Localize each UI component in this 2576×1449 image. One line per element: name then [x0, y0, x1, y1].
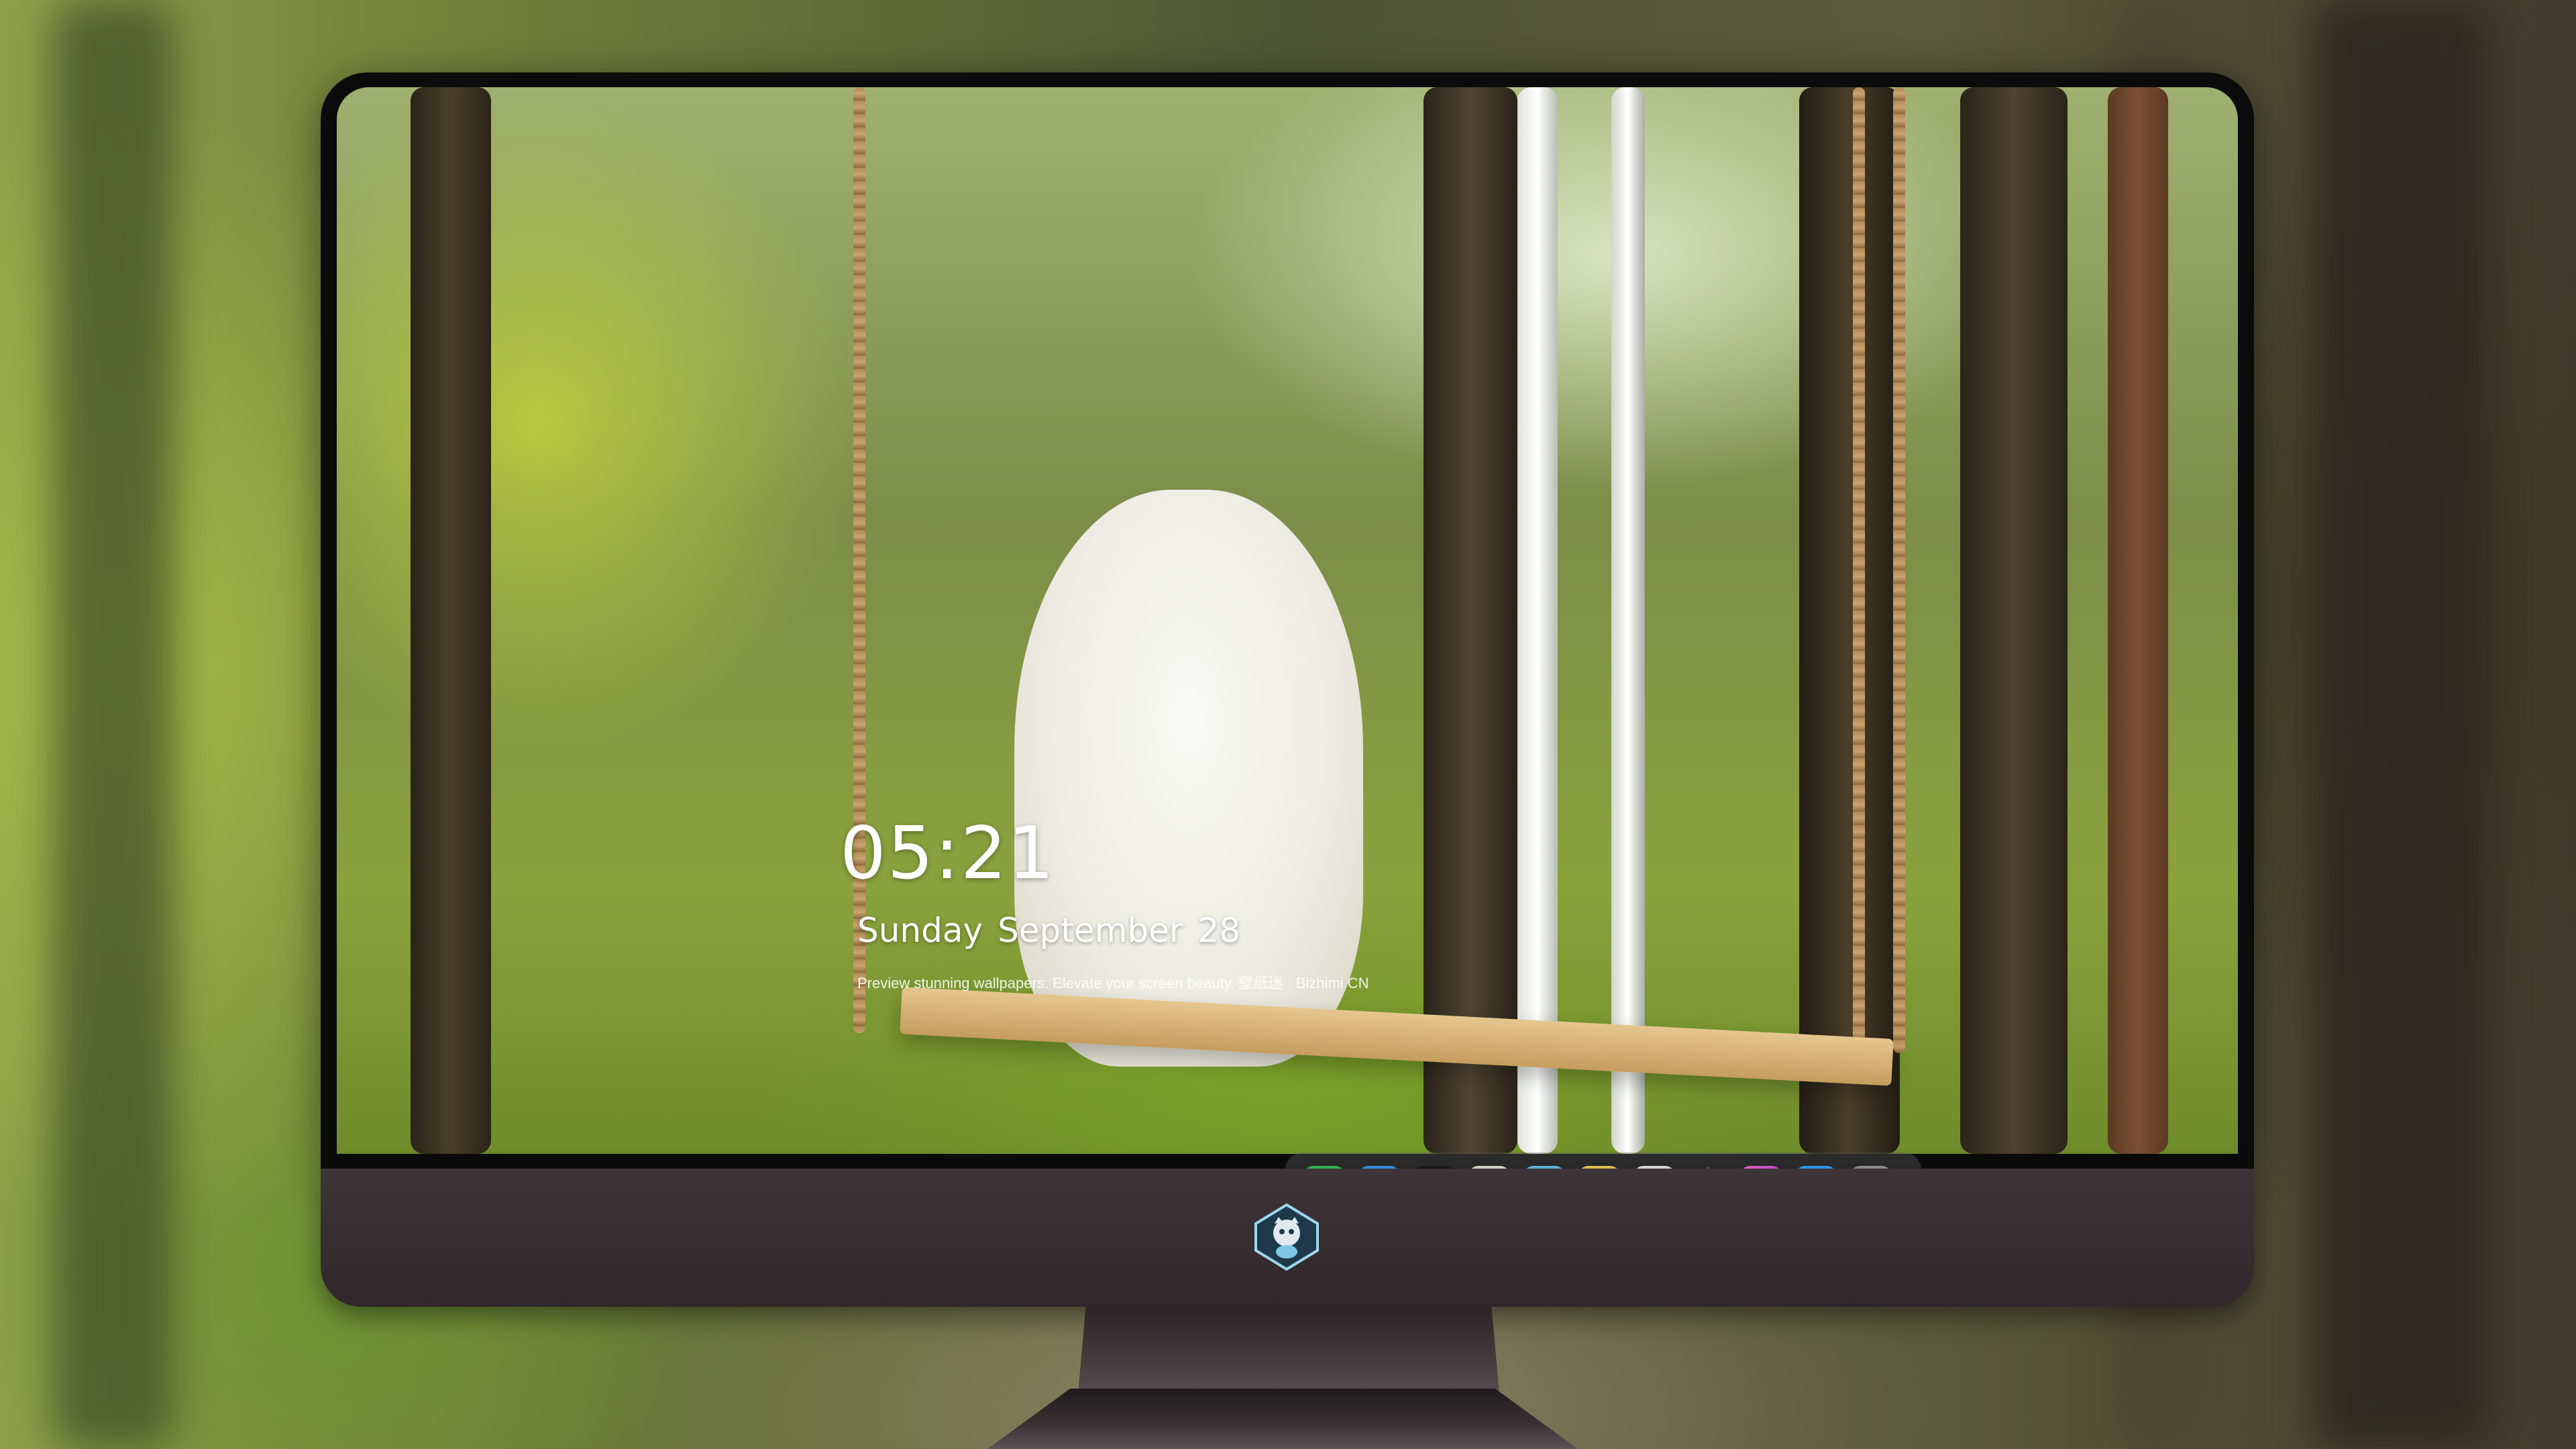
swing-seat	[900, 987, 1894, 1086]
birch-trunk	[1611, 87, 1645, 1154]
swing-rope	[1853, 87, 1865, 1067]
month-label: September	[998, 911, 1183, 950]
tree-trunk	[1799, 87, 1900, 1154]
wallpaper-screen: 05:21 Sunday September 28 Preview stunning…	[337, 87, 2238, 1154]
tree-trunk	[411, 87, 491, 1154]
monitor-bezel: 05:21 Sunday September 28 Preview stunning…	[321, 72, 2254, 1222]
lockscreen-clock: 05:21	[840, 812, 1056, 896]
desktop-scene: 05:21 Sunday September 28 Preview stunning…	[0, 0, 2576, 1449]
weekday-label: Sunday	[857, 911, 983, 950]
tree-trunk	[1960, 87, 2068, 1154]
birch-trunk	[1517, 87, 1558, 1154]
lockscreen-tagline: Preview stunning wallpapers. Elevate you…	[857, 975, 1369, 991]
monitor-stand-base	[987, 1389, 1578, 1449]
monitor-stand	[1077, 1307, 1500, 1401]
lockscreen-date: Sunday September 28	[857, 911, 1255, 950]
brand-logo-icon	[1253, 1203, 1320, 1271]
monitor-chin	[321, 1169, 2254, 1307]
monitor: 05:21 Sunday September 28 Preview stunning…	[321, 72, 2254, 1307]
swing-rope	[1893, 87, 1905, 1053]
tree-trunk	[1424, 87, 1517, 1154]
tree-trunk	[2108, 87, 2168, 1154]
day-label: 28	[1197, 911, 1241, 950]
